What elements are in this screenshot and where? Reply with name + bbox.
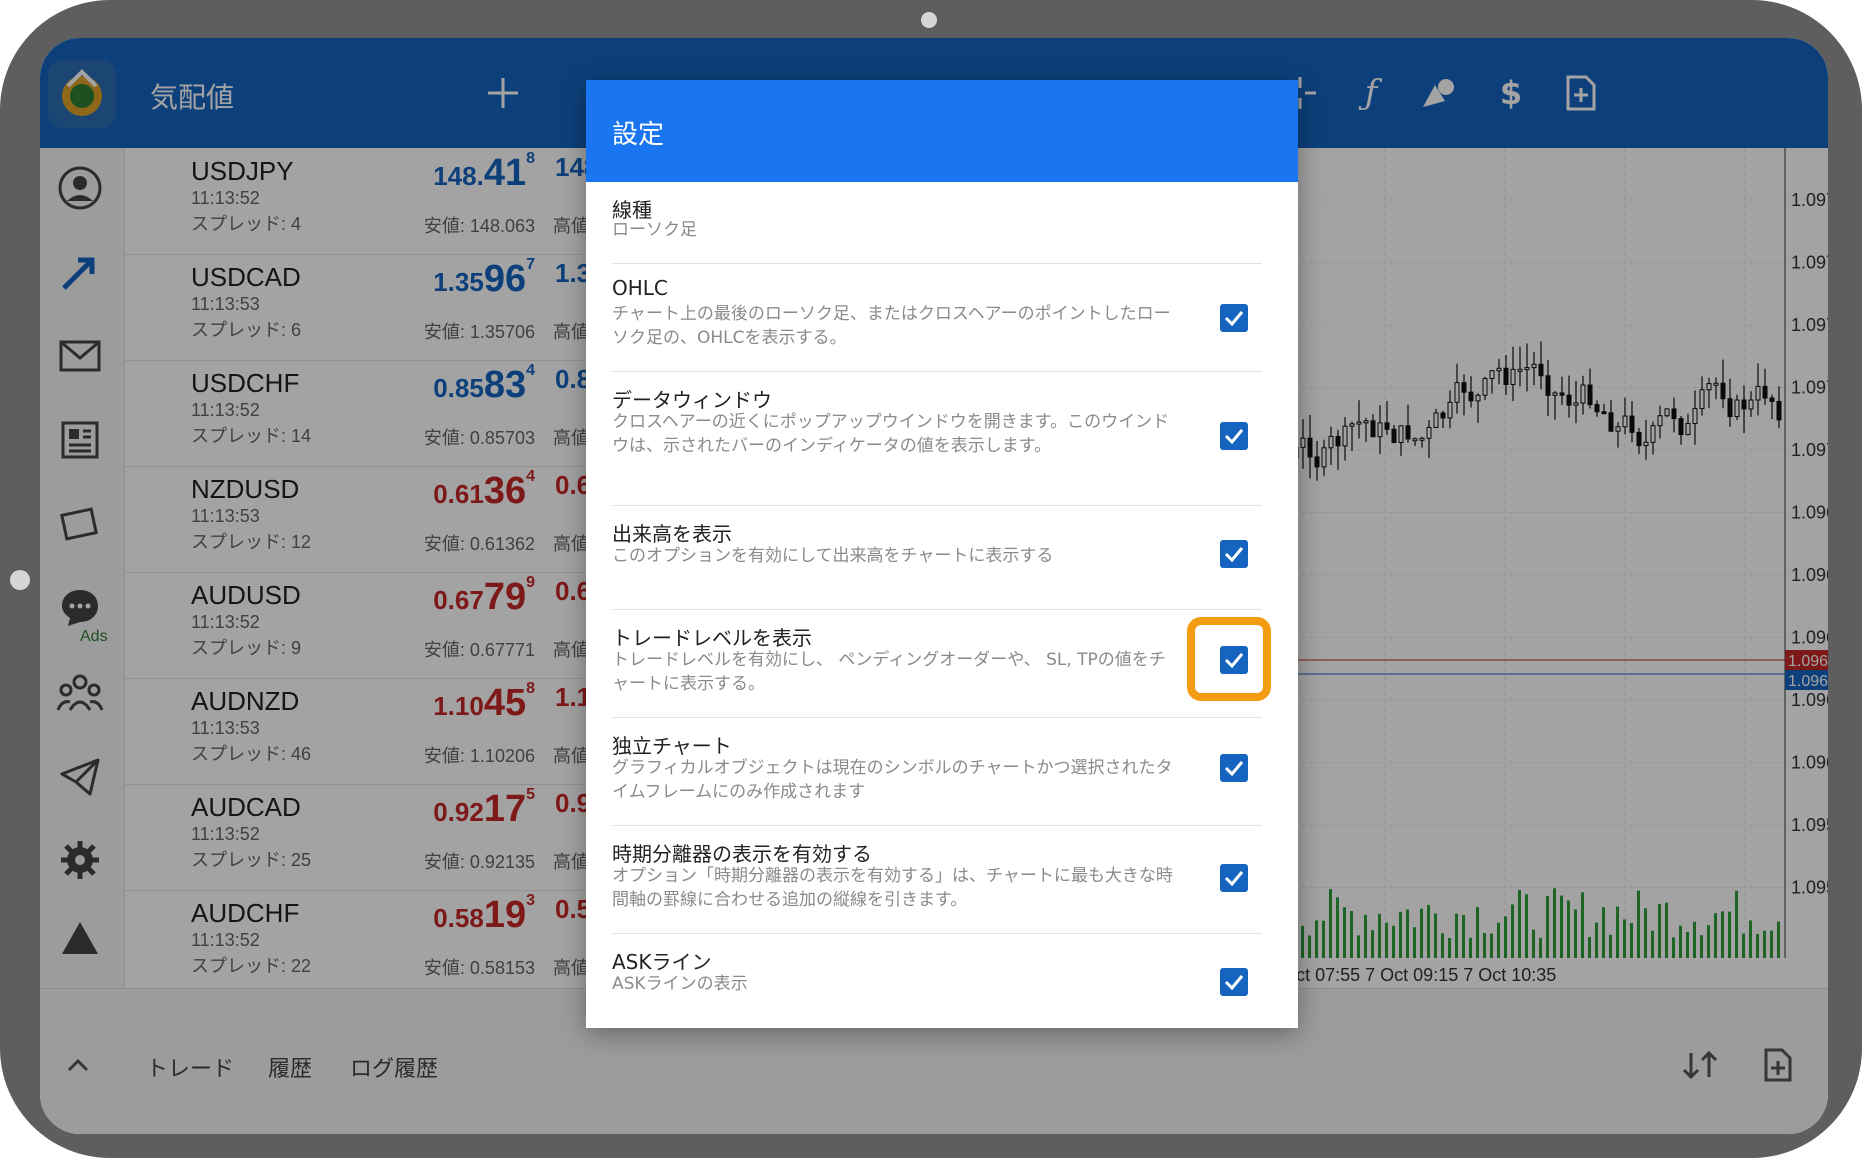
dialog-header: 設定 [586, 80, 1298, 182]
ohlc-checkbox[interactable] [1220, 304, 1248, 332]
option-title: 時期分離器の表示を有効する [612, 842, 872, 866]
check-icon [1224, 871, 1244, 886]
highlight-box [1187, 617, 1271, 701]
option-title: トレードレベルを表示 [612, 626, 812, 650]
check-icon [1224, 429, 1244, 444]
home-button [10, 570, 30, 590]
camera-dot [921, 12, 937, 28]
option-title: 出来高を表示 [612, 522, 732, 546]
ask-line-checkbox[interactable] [1220, 968, 1248, 996]
dialog-title: 設定 [612, 120, 665, 150]
option-title: OHLC [612, 276, 668, 300]
option-desc: チャート上の最後のローソク足、またはクロスヘアーのポイントしたローソク足の、OH… [612, 304, 1171, 348]
option-desc: トレードレベルを有効にし、 ペンディングオーダーや、 SL, TPの値をチャート… [612, 650, 1166, 694]
device-screen: 気配値 ƒ $ Ads USDJPY 11:13:52 スプレッド: 4 148… [40, 38, 1828, 1134]
option-desc: オプション「時期分離器の表示を有効する」は、チャートに最も大きな時間軸の罫線に合… [612, 866, 1173, 910]
option-period-separators[interactable]: 時期分離器の表示を有効する オプション「時期分離器の表示を有効する」は、チャート… [586, 826, 1298, 934]
option-desc: このオプションを有効にして出来高をチャートに表示する [612, 546, 1054, 566]
option-ohlc[interactable]: OHLC チャート上の最後のローソク足、またはクロスヘアーのポイントしたローソク… [586, 264, 1298, 372]
option-ask-line[interactable]: ASKライン ASKラインの表示 [586, 934, 1298, 1028]
option-desc: クロスヘアーの近くにポップアップウインドウを開きます。このウインドウは、示された… [612, 412, 1170, 456]
option-desc: ローソク足 [612, 220, 697, 240]
option-title: データウィンドウ [612, 388, 772, 412]
data-window-checkbox[interactable] [1220, 422, 1248, 450]
option-title: 独立チャート [612, 734, 732, 758]
check-icon [1224, 547, 1244, 562]
option-data-window[interactable]: データウィンドウ クロスヘアーの近くにポップアップウインドウを開きます。このウイ… [586, 372, 1298, 506]
app-screen: 気配値 ƒ $ Ads USDJPY 11:13:52 スプレッド: 4 148… [40, 38, 1828, 1134]
independent-chart-checkbox[interactable] [1220, 754, 1248, 782]
option-show-volume[interactable]: 出来高を表示 このオプションを有効にして出来高をチャートに表示する [586, 506, 1298, 610]
period-separators-checkbox[interactable] [1220, 864, 1248, 892]
option-independent-chart[interactable]: 独立チャート グラフィカルオブジェクトは現在のシンボルのチャートかつ選択されたタ… [586, 718, 1298, 826]
show-volume-checkbox[interactable] [1220, 540, 1248, 568]
settings-dialog: 設定 線種 ローソク足 OHLC チャート上の最後のローソク足、またはクロスヘア… [586, 80, 1298, 1028]
check-icon [1224, 311, 1244, 326]
option-desc: グラフィカルオブジェクトは現在のシンボルのチャートかつ選択されたタイムフレームに… [612, 758, 1173, 802]
option-desc: ASKラインの表示 [612, 974, 748, 994]
check-icon [1224, 761, 1244, 776]
option-line-type[interactable]: 線種 ローソク足 [586, 182, 1298, 264]
device-bezel: 気配値 ƒ $ Ads USDJPY 11:13:52 スプレッド: 4 148… [0, 0, 1862, 1158]
option-title: ASKライン [612, 950, 712, 974]
check-icon [1224, 975, 1244, 990]
